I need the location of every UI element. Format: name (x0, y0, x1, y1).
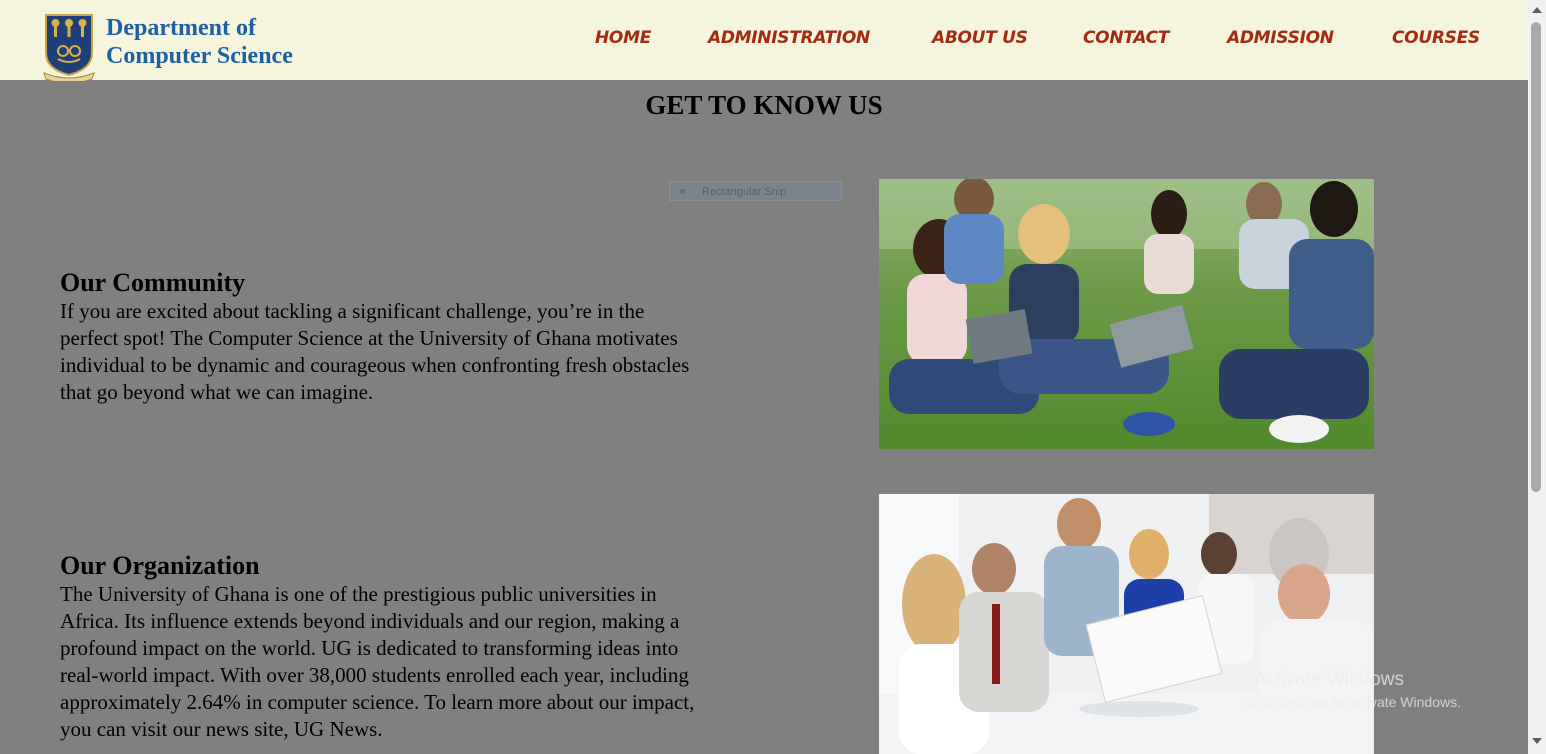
organization-line: The University of Ghana is one of the pr… (60, 582, 657, 606)
brand-line-2: Computer Science (106, 43, 293, 69)
community-line: individual to be dynamic and courageous … (60, 353, 690, 377)
nav-courses[interactable]: COURSES (1392, 28, 1480, 48)
department-name[interactable]: Department of Computer Science (106, 14, 293, 70)
snip-text: Rectangular Snip (702, 186, 787, 198)
organization-line: real-world impact. With over 38,000 stud… (60, 663, 689, 687)
community-section: Our Community If you are excited about t… (60, 268, 780, 406)
organization-line: Africa. Its influence extends beyond ind… (60, 609, 680, 633)
brand-line-1: Department of (106, 15, 256, 41)
organization-text: The University of Ghana is one of the pr… (60, 581, 780, 743)
organization-section: Our Organization The University of Ghana… (60, 551, 780, 743)
organization-meeting-photo (879, 494, 1374, 754)
organization-line: you can visit our news site, UG News. (60, 717, 383, 741)
watermark-subtitle: Go to Settings to activate Windows. (1240, 694, 1461, 710)
watermark-title: Activate Windows (1254, 669, 1404, 690)
university-crest-logo[interactable] (42, 13, 96, 81)
nav-home[interactable]: HOME (595, 28, 651, 48)
organization-line: profound impact on the world. UG is dedi… (60, 636, 679, 660)
snip-tool-label: Rectangular Snip (669, 181, 842, 201)
organization-line: approximately 2.64% in computer science.… (60, 690, 695, 714)
community-line: that go beyond what we can imagine. (60, 380, 374, 404)
nav-administration[interactable]: ADMINISTRATION (708, 28, 870, 48)
community-students-photo (879, 179, 1374, 449)
community-heading: Our Community (60, 268, 246, 297)
scroll-up-arrow-icon[interactable] (1532, 7, 1542, 13)
scroll-down-arrow-icon[interactable] (1532, 738, 1542, 744)
nav-admission[interactable]: ADMISSION (1227, 28, 1334, 48)
organization-heading: Our Organization (60, 551, 260, 580)
snip-icon (680, 189, 685, 194)
page-title: GET TO KNOW US (645, 90, 883, 120)
vertical-scrollbar[interactable] (1528, 0, 1546, 754)
scrollbar-thumb[interactable] (1531, 22, 1541, 492)
community-line: perfect spot! The Computer Science at th… (60, 326, 678, 350)
site-header: Department of Computer Science HOME ADMI… (0, 0, 1528, 81)
nav-contact[interactable]: CONTACT (1083, 28, 1169, 48)
nav-about-us[interactable]: ABOUT US (932, 28, 1028, 48)
community-text: If you are excited about tackling a sign… (60, 298, 780, 406)
activation-watermark: Activate Windows Go to Settings to activ… (1240, 670, 1461, 709)
community-line: If you are excited about tackling a sign… (60, 299, 645, 323)
